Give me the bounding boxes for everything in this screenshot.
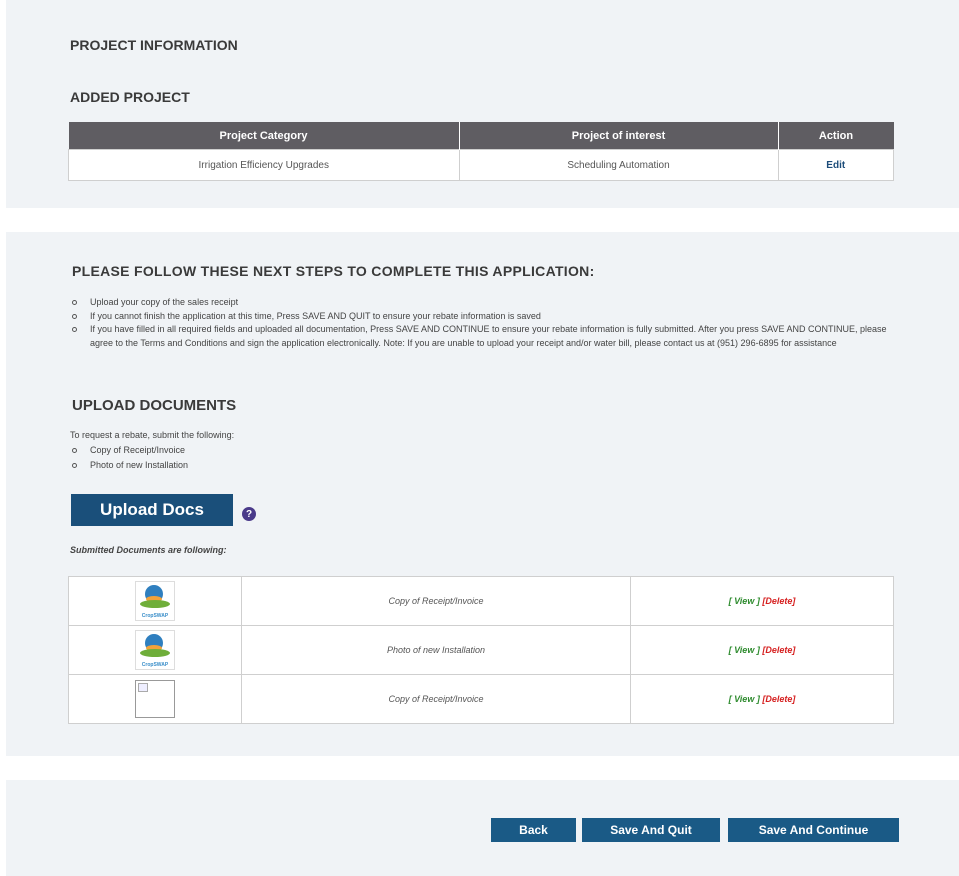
table-row: Irrigation Efficiency Upgrades Schedulin… — [68, 149, 894, 181]
steps-list: Upload your copy of the sales receipt If… — [70, 296, 910, 350]
delete-link[interactable]: [Delete] — [762, 596, 795, 606]
required-documents-list: Copy of Receipt/Invoice Photo of new Ins… — [70, 443, 188, 473]
submitted-documents-label: Submitted Documents are following: — [70, 545, 227, 555]
application-steps-panel: PLEASE FOLLOW THESE NEXT STEPS TO COMPLE… — [6, 232, 959, 756]
footer-actions-panel: Back Save And Quit Save And Continue — [6, 780, 959, 876]
edit-link[interactable]: Edit — [826, 160, 845, 171]
upload-docs-button[interactable]: Upload Docs — [71, 494, 233, 526]
upload-documents-title: UPLOAD DOCUMENTS — [72, 397, 237, 414]
added-project-title: ADDED PROJECT — [70, 89, 190, 105]
document-actions-cell: [ View ] [Delete] — [630, 576, 894, 626]
table-row: CropSWAP Photo of new Installation [ Vie… — [68, 625, 894, 675]
list-item: Copy of Receipt/Invoice — [71, 443, 188, 458]
column-action: Action — [777, 122, 894, 150]
cropswap-logo-icon: CropSWAP — [135, 630, 175, 670]
document-actions-cell: [ View ] [Delete] — [630, 674, 894, 724]
question-circle-icon[interactable]: ? — [242, 507, 256, 521]
delete-link[interactable]: [Delete] — [762, 645, 795, 655]
table-row: Copy of Receipt/Invoice [ View ] [Delete… — [68, 674, 894, 724]
project-interest-cell: Scheduling Automation — [458, 149, 779, 181]
document-actions-cell: [ View ] [Delete] — [630, 625, 894, 675]
broken-image-icon — [135, 680, 175, 718]
view-link[interactable]: [ View ] — [729, 694, 760, 704]
document-name-cell: Copy of Receipt/Invoice — [241, 576, 631, 626]
submitted-documents-table: CropSWAP Copy of Receipt/Invoice [ View … — [68, 576, 894, 724]
document-name-cell: Photo of new Installation — [241, 625, 631, 675]
column-project-category: Project Category — [68, 122, 459, 150]
view-link[interactable]: [ View ] — [729, 645, 760, 655]
document-thumbnail-cell — [68, 674, 242, 724]
save-and-quit-button[interactable]: Save And Quit — [582, 818, 720, 842]
upload-intro-text: To request a rebate, submit the followin… — [70, 430, 235, 440]
list-item: Photo of new Installation — [71, 458, 188, 473]
added-project-table: Project Category Project of interest Act… — [68, 122, 894, 181]
list-item: If you have filled in all required field… — [72, 323, 910, 350]
logo-brand-text: CropSWAP — [141, 613, 169, 619]
list-item: Upload your copy of the sales receipt — [72, 296, 910, 310]
logo-brand-text: CropSWAP — [141, 662, 169, 668]
document-thumbnail-cell: CropSWAP — [68, 625, 242, 675]
action-cell: Edit — [777, 149, 894, 181]
document-name-cell: Copy of Receipt/Invoice — [241, 674, 631, 724]
list-item: If you cannot finish the application at … — [72, 310, 910, 324]
project-information-panel: PROJECT INFORMATION ADDED PROJECT Projec… — [6, 0, 959, 208]
back-button[interactable]: Back — [491, 818, 576, 842]
table-header-row: Project Category Project of interest Act… — [68, 122, 894, 150]
steps-title: PLEASE FOLLOW THESE NEXT STEPS TO COMPLE… — [72, 263, 595, 279]
delete-link[interactable]: [Delete] — [762, 694, 795, 704]
project-information-title: PROJECT INFORMATION — [70, 37, 238, 53]
save-and-continue-button[interactable]: Save And Continue — [728, 818, 899, 842]
cropswap-logo-icon: CropSWAP — [135, 581, 175, 621]
view-link[interactable]: [ View ] — [729, 596, 760, 606]
column-project-of-interest: Project of interest — [458, 122, 778, 150]
document-thumbnail-cell: CropSWAP — [68, 576, 242, 626]
project-category-cell: Irrigation Efficiency Upgrades — [68, 149, 460, 181]
table-row: CropSWAP Copy of Receipt/Invoice [ View … — [68, 576, 894, 626]
